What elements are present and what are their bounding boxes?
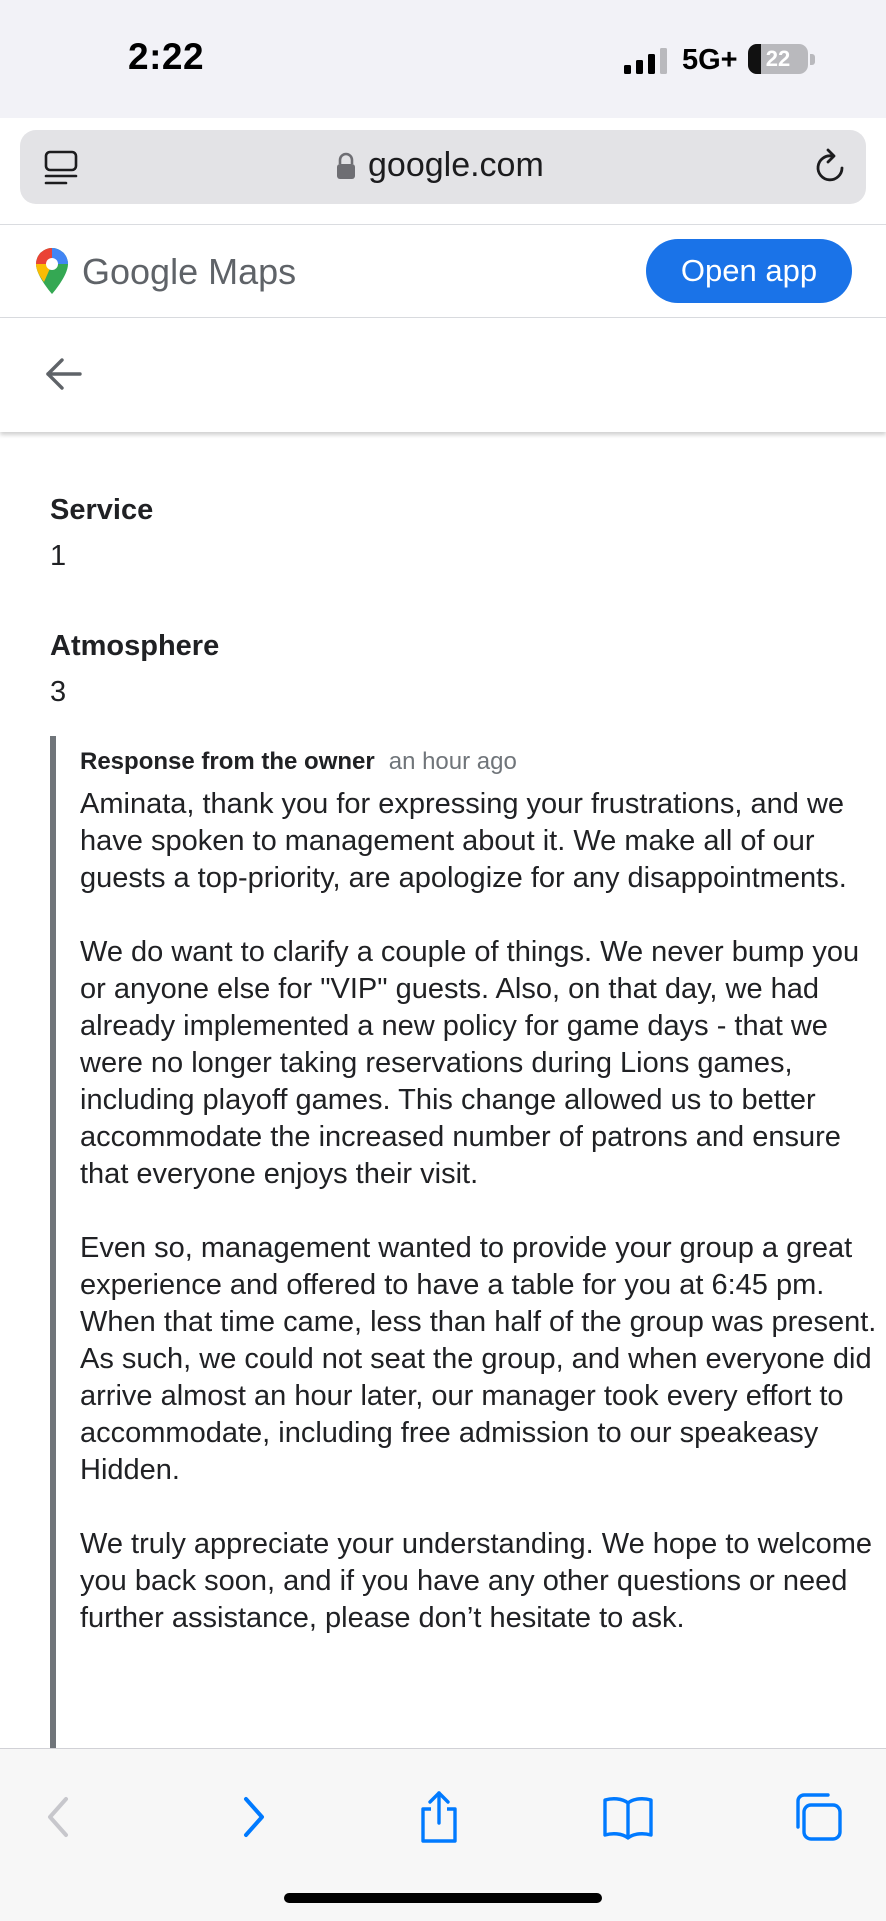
battery-percent: 22	[765, 46, 791, 71]
status-bar: 2:22 5G+ 22	[0, 0, 886, 118]
rating-label: Atmosphere	[50, 630, 220, 662]
brand-maps: Maps	[208, 251, 297, 292]
brand-google: Google	[82, 251, 199, 292]
battery-icon: 22	[748, 44, 808, 74]
owner-response: Response from the owner an hour ago Amina…	[50, 736, 876, 1748]
rating-value: 3	[50, 676, 67, 708]
lock-icon	[337, 152, 355, 179]
response-paragraph: Aminata, thank you for expressing your f…	[80, 788, 847, 894]
network-label: 5G+	[682, 44, 738, 76]
back-icon[interactable]	[32, 1789, 88, 1845]
response-body: Aminata, thank you for expressing your f…	[80, 786, 886, 1674]
tabs-icon[interactable]	[790, 1789, 846, 1845]
open-app-button[interactable]: Open app	[646, 239, 852, 303]
response-header: Response from the owner an hour ago	[80, 748, 517, 776]
reload-icon[interactable]	[812, 148, 848, 186]
url-text[interactable]: google.com	[368, 146, 544, 185]
response-paragraph: We do want to clarify a couple of things…	[80, 936, 860, 1190]
rating-label: Service	[50, 494, 154, 526]
address-bar[interactable]: google.com	[20, 130, 866, 204]
bookmarks-icon[interactable]	[600, 1789, 656, 1845]
forward-icon[interactable]	[224, 1789, 280, 1845]
response-quote-bar	[50, 736, 56, 1748]
reader-mode-icon[interactable]	[44, 150, 78, 186]
google-maps-logo: Google Maps	[82, 251, 296, 293]
browser-toolbar	[0, 1748, 886, 1921]
maps-header: Google Maps Open app	[0, 224, 886, 318]
share-icon[interactable]	[411, 1789, 467, 1845]
google-maps-pin-icon	[36, 248, 68, 294]
cellular-signal-icon	[624, 48, 667, 74]
response-author: Response from the owner	[80, 748, 375, 775]
response-paragraph: We truly appreciate your understanding. …	[80, 1528, 873, 1634]
status-time: 2:22	[128, 36, 205, 77]
home-indicator	[284, 1893, 602, 1903]
response-time: an hour ago	[388, 748, 517, 775]
navigation-row	[0, 318, 886, 432]
back-arrow-icon[interactable]	[44, 354, 84, 394]
battery-cap	[810, 54, 815, 65]
response-paragraph: Even so, management wanted to provide yo…	[80, 1232, 877, 1486]
rating-value: 1	[50, 540, 67, 572]
